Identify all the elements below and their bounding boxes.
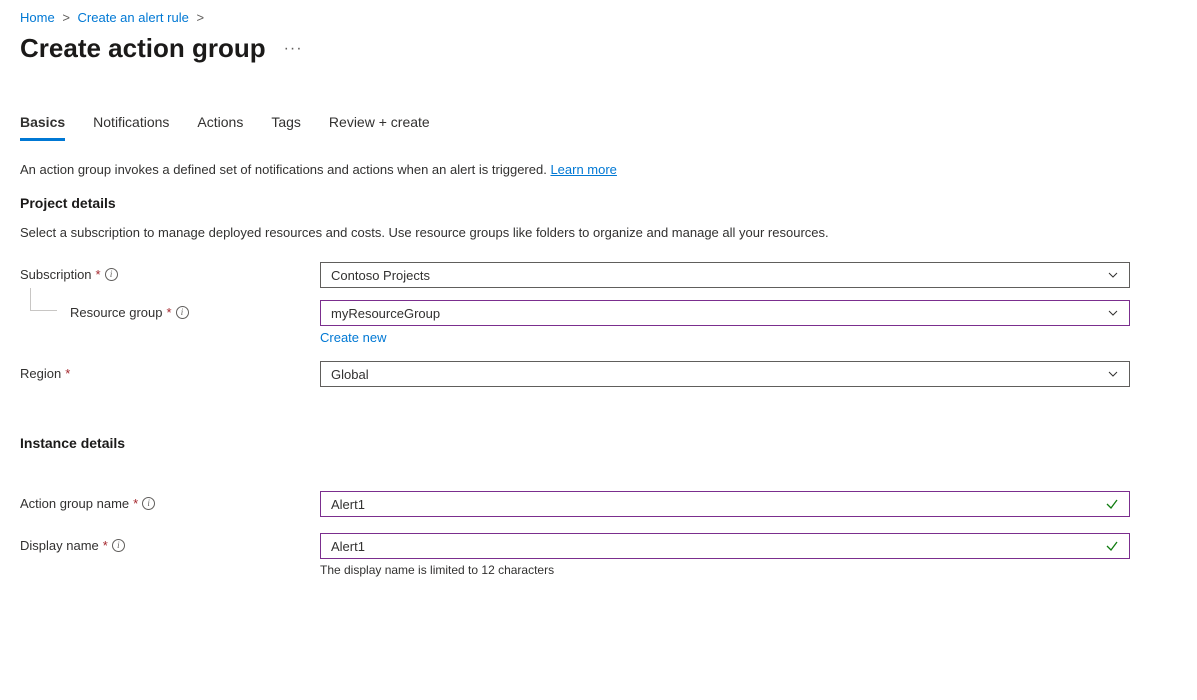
breadcrumb-alert-rule[interactable]: Create an alert rule <box>78 10 189 25</box>
resource-group-label: Resource group * i <box>20 300 320 320</box>
project-details-desc: Select a subscription to manage deployed… <box>20 225 1177 240</box>
display-name-input[interactable]: Alert1 <box>320 533 1130 559</box>
display-name-row: Display name * i Alert1 The display name… <box>20 533 1177 577</box>
display-name-label-text: Display name <box>20 538 99 553</box>
chevron-down-icon <box>1107 269 1119 281</box>
info-icon[interactable]: i <box>105 268 118 281</box>
description-text: An action group invokes a defined set of… <box>20 162 550 177</box>
required-asterisk: * <box>103 538 108 553</box>
project-details-heading: Project details <box>20 195 1177 211</box>
required-asterisk: * <box>167 305 172 320</box>
action-group-name-value: Alert1 <box>331 497 365 512</box>
create-new-link-wrap: Create new <box>320 330 1130 345</box>
check-icon <box>1105 539 1119 553</box>
display-name-value: Alert1 <box>331 539 365 554</box>
chevron-down-icon <box>1107 307 1119 319</box>
info-icon[interactable]: i <box>176 306 189 319</box>
region-label-text: Region <box>20 366 61 381</box>
tab-tags[interactable]: Tags <box>271 114 301 141</box>
display-name-label: Display name * i <box>20 533 320 553</box>
check-icon <box>1105 497 1119 511</box>
breadcrumb-separator: > <box>192 10 208 25</box>
subscription-row: Subscription * i Contoso Projects <box>20 262 1177 288</box>
region-row: Region * Global <box>20 361 1177 387</box>
instance-details-heading: Instance details <box>20 435 1177 451</box>
region-select[interactable]: Global <box>320 361 1130 387</box>
region-label: Region * <box>20 361 320 381</box>
more-icon[interactable]: ··· <box>284 40 303 58</box>
subscription-label: Subscription * i <box>20 262 320 282</box>
action-group-name-label: Action group name * i <box>20 491 320 511</box>
subscription-label-text: Subscription <box>20 267 92 282</box>
required-asterisk: * <box>65 366 70 381</box>
subscription-select[interactable]: Contoso Projects <box>320 262 1130 288</box>
breadcrumb-separator: > <box>58 10 74 25</box>
subscription-value: Contoso Projects <box>331 268 430 283</box>
action-group-name-row: Action group name * i Alert1 <box>20 491 1177 517</box>
info-icon[interactable]: i <box>142 497 155 510</box>
tab-review-create[interactable]: Review + create <box>329 114 430 141</box>
required-asterisk: * <box>133 496 138 511</box>
info-icon[interactable]: i <box>112 539 125 552</box>
tab-notifications[interactable]: Notifications <box>93 114 169 141</box>
required-asterisk: * <box>96 267 101 282</box>
action-group-name-input[interactable]: Alert1 <box>320 491 1130 517</box>
tab-basics[interactable]: Basics <box>20 114 65 141</box>
resource-group-label-text: Resource group <box>70 305 163 320</box>
resource-group-value: myResourceGroup <box>331 306 440 321</box>
page-title-row: Create action group ··· <box>20 33 1177 64</box>
tabs: Basics Notifications Actions Tags Review… <box>20 114 1177 142</box>
tab-actions[interactable]: Actions <box>197 114 243 141</box>
resource-group-row: Resource group * i myResourceGroup Creat… <box>20 300 1177 345</box>
learn-more-link[interactable]: Learn more <box>550 162 616 177</box>
page-title: Create action group <box>20 33 266 64</box>
action-group-name-label-text: Action group name <box>20 496 129 511</box>
create-new-link[interactable]: Create new <box>320 330 386 345</box>
chevron-down-icon <box>1107 368 1119 380</box>
region-value: Global <box>331 367 369 382</box>
resource-group-select[interactable]: myResourceGroup <box>320 300 1130 326</box>
breadcrumb-home[interactable]: Home <box>20 10 55 25</box>
tab-description: An action group invokes a defined set of… <box>20 162 1177 177</box>
display-name-helper: The display name is limited to 12 charac… <box>320 563 1130 577</box>
breadcrumb: Home > Create an alert rule > <box>20 10 1177 25</box>
